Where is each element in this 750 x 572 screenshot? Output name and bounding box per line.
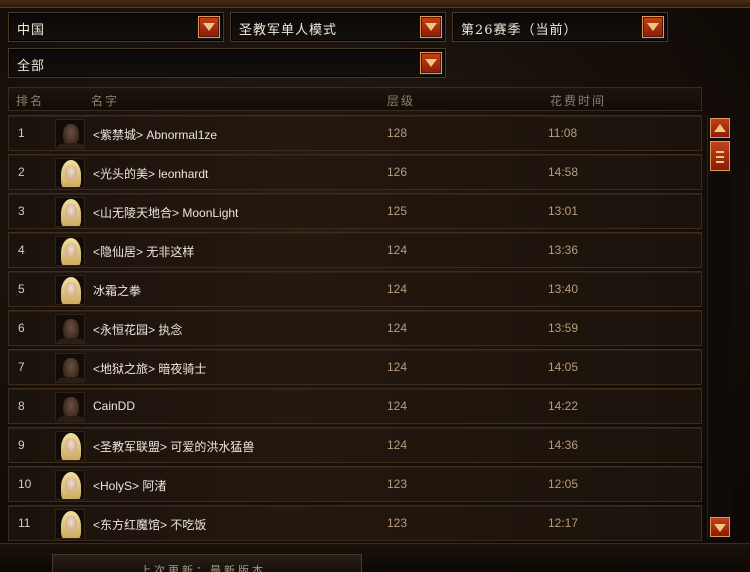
row-level: 126 xyxy=(387,165,408,179)
header-rank[interactable]: 排名 xyxy=(16,92,44,109)
row-time: 12:05 xyxy=(548,477,579,491)
row-time: 14:58 xyxy=(548,165,579,179)
row-time: 14:36 xyxy=(548,438,579,452)
table-header: 排名 名字 层级 花费时间 xyxy=(8,87,702,111)
row-rank: 11 xyxy=(18,516,31,530)
region-dropdown-value: 中国 xyxy=(17,23,46,38)
row-player-name[interactable]: <地狱之旅> 暗夜骑士 xyxy=(93,360,206,377)
chevron-down-icon[interactable] xyxy=(420,16,442,38)
arrow-down-icon[interactable] xyxy=(710,517,730,537)
row-time: 13:01 xyxy=(548,204,579,218)
row-rank: 3 xyxy=(18,204,25,218)
portrait-avatar xyxy=(55,431,85,461)
last-updated-text: 上次更新：最新版本 xyxy=(140,564,266,572)
row-player-name[interactable]: <紫禁城> Abnormal1ze xyxy=(93,126,217,143)
scrollbar-thumb[interactable] xyxy=(710,141,730,171)
row-level: 124 xyxy=(387,321,408,335)
row-player-name[interactable]: <东方红魔馆> 不吃饭 xyxy=(93,516,206,533)
row-level: 124 xyxy=(387,399,408,413)
mode-dropdown-value: 圣教军单人模式 xyxy=(239,23,338,38)
portrait-avatar xyxy=(55,314,85,344)
row-player-name[interactable]: CainDD xyxy=(93,399,135,413)
row-rank: 10 xyxy=(18,477,32,491)
row-time: 13:40 xyxy=(548,282,579,296)
row-rank: 8 xyxy=(18,399,25,413)
class-filter-dropdown[interactable]: 全部 xyxy=(8,48,446,78)
table-row[interactable]: 11 <东方红魔馆> 不吃饭 123 12:17 xyxy=(8,505,702,541)
scrollbar-track[interactable] xyxy=(707,115,731,539)
chevron-down-icon[interactable] xyxy=(420,52,442,74)
row-rank: 2 xyxy=(18,165,25,179)
row-rank: 9 xyxy=(18,438,25,452)
row-rank: 7 xyxy=(18,360,25,374)
season-dropdown[interactable]: 第26赛季（当前） xyxy=(452,12,668,42)
row-player-name[interactable]: <圣教军联盟> 可爱的洪水猛兽 xyxy=(93,438,254,455)
table-row[interactable]: 7 <地狱之旅> 暗夜骑士 124 14:05 xyxy=(8,349,702,385)
class-filter-dropdown-value: 全部 xyxy=(17,59,46,74)
table-row[interactable]: 8 CainDD 124 14:22 xyxy=(8,388,702,424)
row-level: 128 xyxy=(387,126,408,140)
chevron-down-icon[interactable] xyxy=(198,16,220,38)
header-time[interactable]: 花费时间 xyxy=(550,92,606,109)
row-player-name[interactable]: <光头的美> leonhardt xyxy=(93,165,208,182)
table-row[interactable]: 10 <HolyS> 阿渚 123 12:05 xyxy=(8,466,702,502)
top-border-trim xyxy=(0,0,750,8)
row-player-name[interactable]: <永恒花园> 执念 xyxy=(93,321,182,338)
portrait-avatar xyxy=(55,392,85,422)
row-player-name[interactable]: <山无陵天地合> MoonLight xyxy=(93,204,238,221)
portrait-avatar xyxy=(55,470,85,500)
row-rank: 4 xyxy=(18,243,25,257)
arrow-up-icon[interactable] xyxy=(710,118,730,138)
portrait-avatar xyxy=(55,197,85,227)
mode-dropdown[interactable]: 圣教军单人模式 xyxy=(230,12,446,42)
portrait-avatar xyxy=(55,119,85,149)
portrait-avatar xyxy=(55,509,85,539)
row-time: 11:08 xyxy=(548,126,578,140)
table-row[interactable]: 4 <隐仙居> 无非这样 124 13:36 xyxy=(8,232,702,268)
header-name[interactable]: 名字 xyxy=(91,92,119,109)
row-rank: 6 xyxy=(18,321,25,335)
portrait-avatar xyxy=(55,236,85,266)
row-player-name[interactable]: <隐仙居> 无非这样 xyxy=(93,243,194,260)
row-time: 12:17 xyxy=(548,516,579,530)
row-level: 123 xyxy=(387,516,408,530)
header-level[interactable]: 层级 xyxy=(387,92,415,109)
table-row[interactable]: 6 <永恒花园> 执念 124 13:59 xyxy=(8,310,702,346)
season-dropdown-value: 第26赛季（当前） xyxy=(461,23,578,38)
chevron-down-icon[interactable] xyxy=(642,16,664,38)
portrait-avatar xyxy=(55,158,85,188)
row-time: 13:59 xyxy=(548,321,579,335)
portrait-avatar xyxy=(55,353,85,383)
row-time: 13:36 xyxy=(548,243,579,257)
row-level: 124 xyxy=(387,360,408,374)
table-row[interactable]: 2 <光头的美> leonhardt 126 14:58 xyxy=(8,154,702,190)
portrait-avatar xyxy=(55,275,85,305)
region-dropdown[interactable]: 中国 xyxy=(8,12,224,42)
row-level: 123 xyxy=(387,477,408,491)
table-row[interactable]: 9 <圣教军联盟> 可爱的洪水猛兽 124 14:36 xyxy=(8,427,702,463)
row-rank: 1 xyxy=(18,126,25,140)
row-player-name[interactable]: 冰霜之拳 xyxy=(93,282,141,299)
table-row[interactable]: 5 冰霜之拳 124 13:40 xyxy=(8,271,702,307)
row-time: 14:05 xyxy=(548,360,579,374)
row-rank: 5 xyxy=(18,282,25,296)
table-row[interactable]: 3 <山无陵天地合> MoonLight 125 13:01 xyxy=(8,193,702,229)
table-row[interactable]: 1 <紫禁城> Abnormal1ze 128 11:08 xyxy=(8,115,702,151)
row-level: 124 xyxy=(387,243,408,257)
row-level: 124 xyxy=(387,438,408,452)
row-level: 125 xyxy=(387,204,408,218)
row-time: 14:22 xyxy=(548,399,579,413)
row-player-name[interactable]: <HolyS> 阿渚 xyxy=(93,477,166,494)
row-level: 124 xyxy=(387,282,408,296)
